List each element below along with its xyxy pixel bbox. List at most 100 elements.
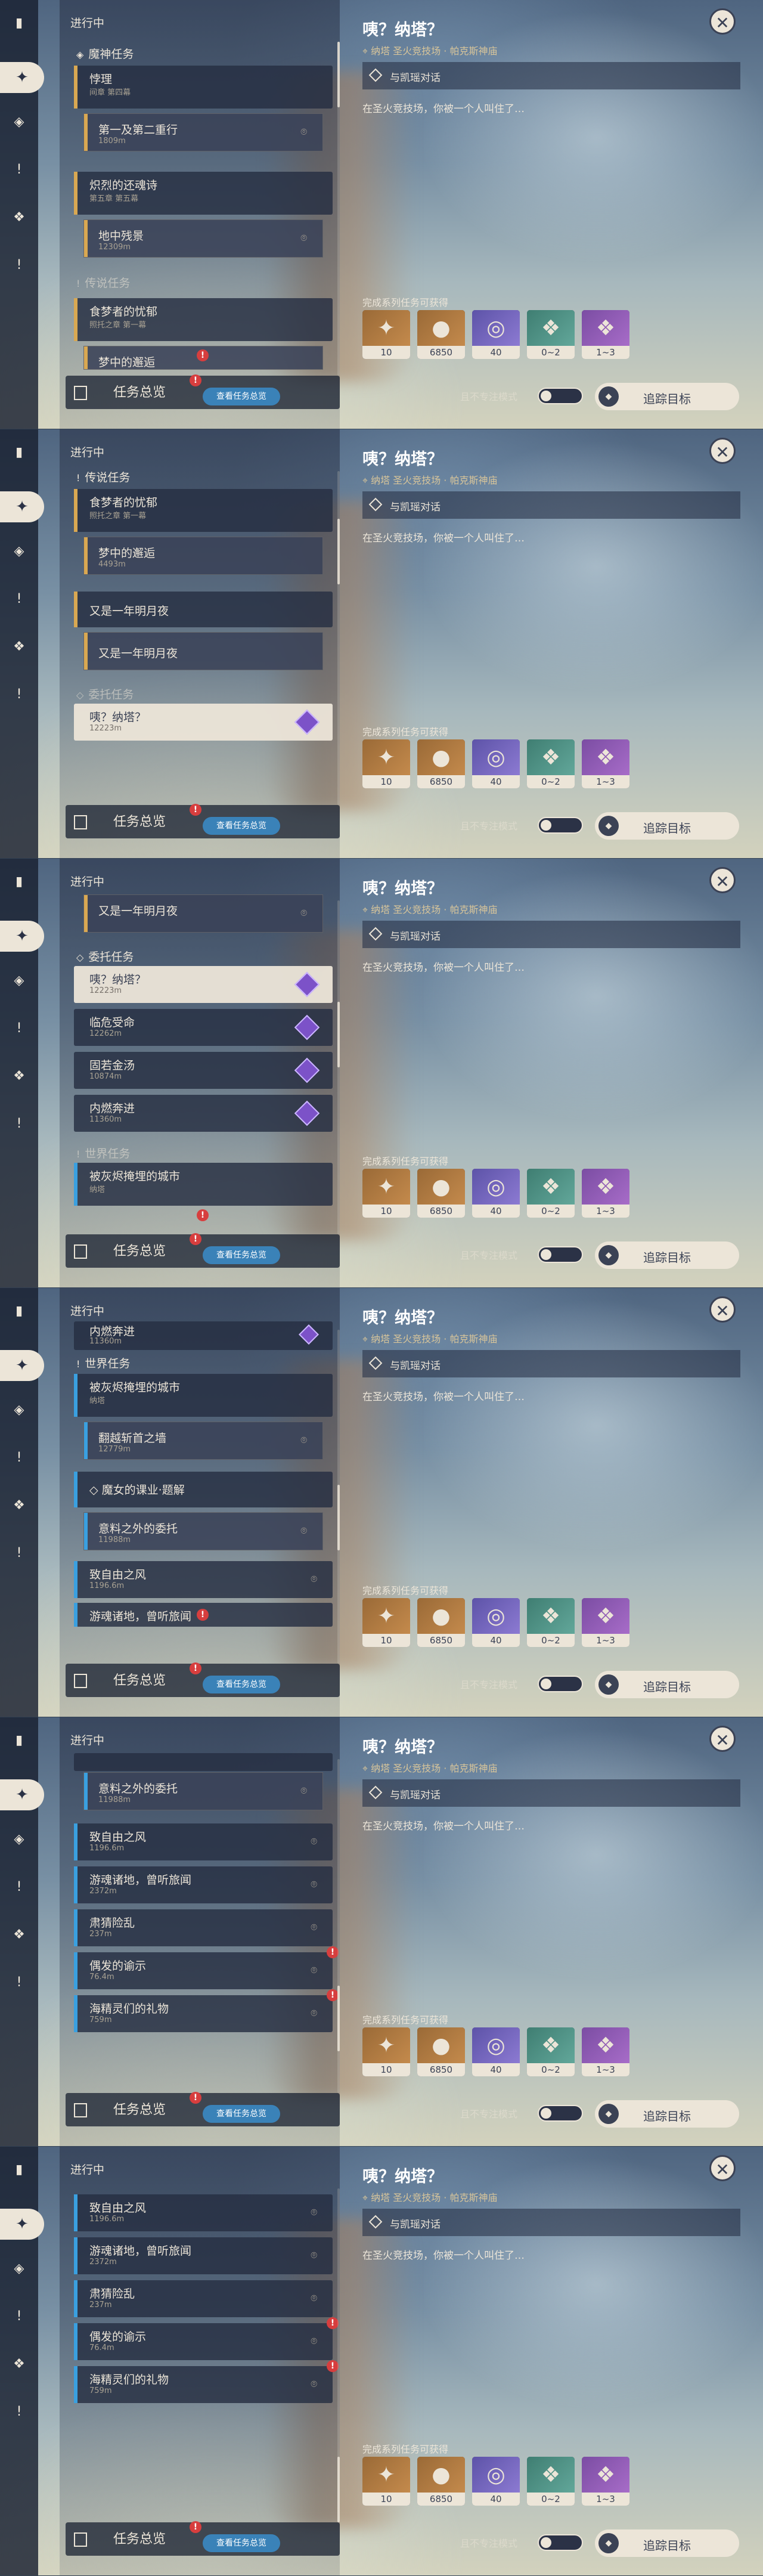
exclaim-filter-icon[interactable]: ! [8,1971,30,1993]
archon-filter-icon[interactable]: ◈ [8,970,30,991]
quest-row[interactable]: ◇ 魔女的课业·题解 [74,1472,333,1507]
scrollbar[interactable] [337,1330,340,1664]
overview-label[interactable]: 任务总览 [74,382,166,401]
reward-jade[interactable]: ❖ 0~2 [527,2027,575,2076]
archon-filter-icon[interactable]: ◈ [8,540,30,562]
overview-button[interactable]: 查看任务总览 [203,817,280,835]
overview-label[interactable]: 任务总览 [74,1670,166,1689]
quest-step[interactable]: 又是一年明月夜 [83,632,323,670]
reward-primogem[interactable]: ✦ 10 [362,739,410,788]
archon-filter-icon[interactable]: ◈ [8,2258,30,2279]
world-filter-icon[interactable]: ❖ [8,2353,30,2374]
quest-row[interactable]: 内燃奔进 11360m [74,1095,333,1132]
exclaim-filter-icon[interactable]: ! [8,2401,30,2422]
filter-all-icon[interactable]: ✦ [0,62,44,93]
track-target-button[interactable]: ◆ 追踪目标 [595,2100,739,2128]
reward-jade[interactable]: ❖ 0~2 [527,739,575,788]
close-button[interactable]: ✕ [709,1296,736,1323]
quest-row[interactable]: 炽烈的还魂诗 第五章 第五幕 [74,172,333,215]
world-filter-icon[interactable]: ❖ [8,1924,30,1945]
quest-row[interactable]: 固若金汤 10874m [74,1052,333,1089]
reward-jade[interactable]: ❖ 0~2 [527,1598,575,1647]
track-target-button[interactable]: ◆ 追踪目标 [595,1671,739,1698]
quest-row[interactable]: 海精灵们的礼物 759m ⌾ [74,1995,333,2032]
scrollbar[interactable] [337,2188,340,2522]
world-filter-icon[interactable]: ❖ [8,1065,30,1086]
world-filter-icon[interactable]: ❖ [8,1494,30,1516]
close-button[interactable]: ✕ [709,8,736,35]
quest-row[interactable]: 致自由之风 1196.6m ⌾ [74,1823,333,1860]
quest-row[interactable]: 游魂诸地，曾听旅闻 2372m ⌾ [74,1866,333,1903]
reward-primogem[interactable]: ✦ 10 [362,1169,410,1218]
reward-jade[interactable]: ❖ 0~2 [527,2457,575,2506]
track-target-button[interactable]: ◆ 追踪目标 [595,1241,739,1269]
reward-exp[interactable]: ◎ 40 [472,1598,520,1647]
commission-filter-icon[interactable]: ! [8,159,30,180]
quest-step[interactable]: 翻越斩首之墙 12779m ⌾ [83,1422,323,1460]
quest-row[interactable]: 偶发的谕示 76.4m ⌾ [74,2323,333,2360]
commission-filter-icon[interactable]: ! [8,588,30,609]
quest-step[interactable]: 第一及第二重行 1809m ⌾ [83,113,323,151]
focus-mode-toggle[interactable] [538,817,583,834]
filter-all-icon[interactable]: ✦ [0,491,44,522]
filter-all-icon[interactable]: ✦ [0,1779,44,1810]
overview-button[interactable]: 查看任务总览 [203,1246,280,1264]
quest-row[interactable]: 又是一年明月夜 [74,592,333,627]
quest-row[interactable]: 临危受命 12262m [74,1009,333,1046]
focus-mode-toggle[interactable] [538,2534,583,2551]
commission-filter-icon[interactable]: ! [8,1017,30,1039]
quest-step[interactable]: 意料之外的委托 11988m ⌾ [83,1512,323,1550]
overview-label[interactable]: 任务总览 [74,811,166,830]
reward-crystal[interactable]: ❖ 1~3 [582,2457,629,2506]
quest-row-selected[interactable]: 咦？纳塔？ 12223m [74,966,333,1003]
filter-all-icon[interactable]: ✦ [0,2209,44,2240]
reward-mora[interactable]: ● 6850 [417,2027,465,2076]
quest-row[interactable]: 悖理 间章 第四幕 [74,66,333,109]
reward-crystal[interactable]: ❖ 1~3 [582,2027,629,2076]
reward-exp[interactable]: ◎ 40 [472,739,520,788]
reward-exp[interactable]: ◎ 40 [472,310,520,359]
reward-mora[interactable]: ● 6850 [417,2457,465,2506]
archon-filter-icon[interactable]: ◈ [8,111,30,132]
reward-primogem[interactable]: ✦ 10 [362,2457,410,2506]
world-filter-icon[interactable]: ❖ [8,206,30,228]
quest-row[interactable]: 内燃奔进 11360m [74,1321,333,1350]
scrollbar[interactable] [337,471,340,805]
filter-all-icon[interactable]: ✦ [0,1350,44,1381]
close-button[interactable]: ✕ [709,438,736,464]
overview-button[interactable]: 查看任务总览 [203,2534,280,2552]
reward-mora[interactable]: ● 6850 [417,310,465,359]
focus-mode-toggle[interactable] [538,388,583,404]
reward-exp[interactable]: ◎ 40 [472,2027,520,2076]
reward-mora[interactable]: ● 6850 [417,1169,465,1218]
exclaim-filter-icon[interactable]: ! [8,1113,30,1134]
track-target-button[interactable]: ◆ 追踪目标 [595,383,739,410]
overview-button[interactable]: 查看任务总览 [203,1676,280,1693]
scrollbar[interactable] [337,1759,340,2093]
quest-book-icon[interactable]: ▮ [8,12,30,33]
scrollbar[interactable] [337,42,340,376]
reward-exp[interactable]: ◎ 40 [472,2457,520,2506]
quest-row[interactable]: 被灰烬掩埋的城市 纳塔 [74,1374,333,1417]
track-target-button[interactable]: ◆ 追踪目标 [595,2529,739,2557]
quest-row[interactable]: 海精灵们的礼物 759m ⌾ [74,2366,333,2403]
reward-jade[interactable]: ❖ 0~2 [527,1169,575,1218]
quest-step[interactable]: 又是一年明月夜 ⌾ [83,894,323,933]
quest-book-icon[interactable]: ▮ [8,871,30,892]
commission-filter-icon[interactable]: ! [8,2305,30,2327]
track-target-button[interactable]: ◆ 追踪目标 [595,812,739,840]
scrollbar[interactable] [337,900,340,1234]
quest-book-icon[interactable]: ▮ [8,2159,30,2180]
overview-label[interactable]: 任务总览 [74,1240,166,1259]
quest-row-selected[interactable]: 咦？纳塔？ 12223m [74,704,333,741]
focus-mode-toggle[interactable] [538,1676,583,1692]
quest-row[interactable]: 致自由之风 1196.6m ⌾ [74,2194,333,2231]
focus-mode-toggle[interactable] [538,2105,583,2122]
quest-row[interactable]: 致自由之风 1196.6m ⌾ [74,1561,333,1598]
quest-step[interactable]: 梦中的邂逅 4493m [83,537,323,575]
reward-exp[interactable]: ◎ 40 [472,1169,520,1218]
reward-primogem[interactable]: ✦ 10 [362,2027,410,2076]
archon-filter-icon[interactable]: ◈ [8,1828,30,1850]
quest-book-icon[interactable]: ▮ [8,441,30,463]
exclaim-filter-icon[interactable]: ! [8,254,30,275]
